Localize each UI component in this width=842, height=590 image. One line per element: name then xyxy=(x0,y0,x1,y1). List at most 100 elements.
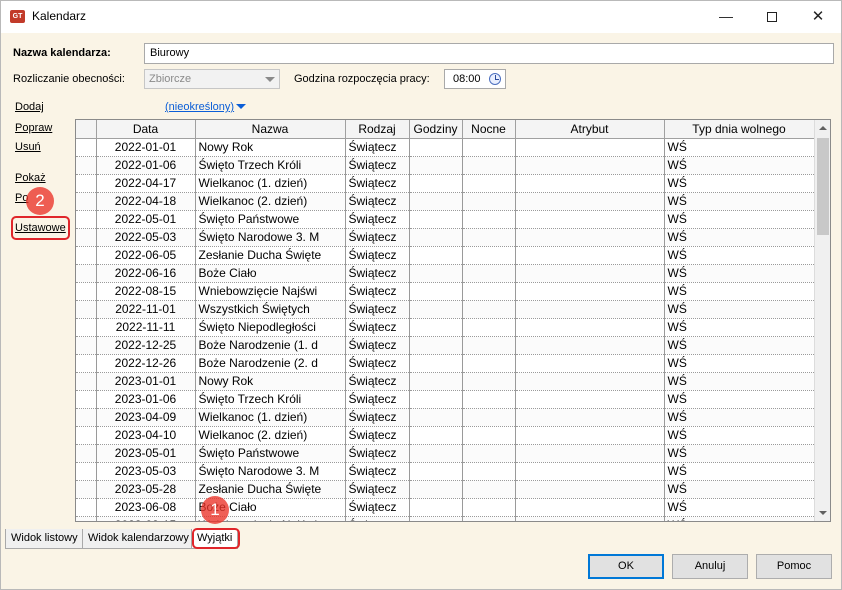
table-cell[interactable] xyxy=(515,408,665,427)
table-cell[interactable] xyxy=(515,426,665,445)
table-cell[interactable]: 2023-05-03 xyxy=(96,462,196,481)
table-cell[interactable] xyxy=(462,282,516,301)
table-cell[interactable]: Świątecz xyxy=(345,462,410,481)
table-cell[interactable] xyxy=(462,336,516,355)
table-cell[interactable] xyxy=(462,516,516,521)
table-cell[interactable]: WŚ xyxy=(664,246,815,265)
table-cell[interactable]: 2023-04-09 xyxy=(96,408,196,427)
table-cell[interactable]: Nowy Rok xyxy=(195,372,346,391)
table-cell[interactable]: Święto Trzech Króli xyxy=(195,156,346,175)
row-selector[interactable] xyxy=(76,336,97,355)
start-time-input[interactable]: 08:00 xyxy=(444,69,506,89)
table-cell[interactable] xyxy=(462,408,516,427)
row-selector[interactable] xyxy=(76,156,97,175)
table-cell[interactable] xyxy=(462,138,516,157)
table-cell[interactable]: Świątecz xyxy=(345,300,410,319)
table-cell[interactable]: 2022-08-15 xyxy=(96,282,196,301)
table-cell[interactable] xyxy=(409,390,463,409)
table-cell[interactable] xyxy=(409,282,463,301)
table-cell[interactable] xyxy=(462,372,516,391)
table-cell[interactable]: WŚ xyxy=(664,300,815,319)
table-cell[interactable] xyxy=(409,246,463,265)
table-cell[interactable] xyxy=(515,264,665,283)
row-selector[interactable] xyxy=(76,480,97,499)
minimize-icon[interactable]: — xyxy=(703,1,749,33)
table-cell[interactable]: WŚ xyxy=(664,426,815,445)
table-cell[interactable] xyxy=(515,480,665,499)
table-cell[interactable] xyxy=(409,138,463,157)
table-cell[interactable] xyxy=(515,282,665,301)
table-row[interactable]: 2023-01-01 Nowy Rok Świątecz WŚ xyxy=(76,372,815,391)
table-cell[interactable]: WŚ xyxy=(664,282,815,301)
table-cell[interactable]: Wielkanoc (1. dzień) xyxy=(195,408,346,427)
table-cell[interactable]: WŚ xyxy=(664,318,815,337)
table-cell[interactable]: 2023-06-08 xyxy=(96,498,196,517)
table-cell[interactable]: 2023-05-28 xyxy=(96,480,196,499)
table-cell[interactable]: Świątecz xyxy=(345,426,410,445)
row-selector[interactable] xyxy=(76,498,97,517)
table-cell[interactable] xyxy=(515,516,665,521)
tab-calendar-view[interactable]: Widok kalendarzowy xyxy=(82,529,195,549)
close-icon[interactable]: ✕ xyxy=(795,1,841,33)
table-cell[interactable]: WŚ xyxy=(664,336,815,355)
row-selector[interactable] xyxy=(76,462,97,481)
table-cell[interactable]: Świątecz xyxy=(345,156,410,175)
table-cell[interactable]: Świątecz xyxy=(345,372,410,391)
table-cell[interactable]: Święto Narodowe 3. M xyxy=(195,462,346,481)
column-header[interactable]: Typ dnia wolnego xyxy=(664,120,815,139)
row-selector[interactable] xyxy=(76,282,97,301)
table-cell[interactable]: WŚ xyxy=(664,516,815,521)
table-cell[interactable]: 2022-01-06 xyxy=(96,156,196,175)
row-selector[interactable] xyxy=(76,174,97,193)
cancel-button[interactable]: Anuluj xyxy=(672,554,748,579)
table-row[interactable]: 2022-12-26 Boże Narodzenie (2. d Świątecz W… xyxy=(76,354,815,373)
table-cell[interactable] xyxy=(409,192,463,211)
table-cell[interactable]: 2022-04-18 xyxy=(96,192,196,211)
table-cell[interactable]: 2022-11-01 xyxy=(96,300,196,319)
table-row[interactable]: 2022-11-01 Wszystkich Świętych Świątecz WŚ xyxy=(76,300,815,319)
table-cell[interactable]: Świątecz xyxy=(345,516,410,521)
table-cell[interactable]: Boże Narodzenie (2. d xyxy=(195,354,346,373)
table-cell[interactable] xyxy=(515,156,665,175)
table-cell[interactable] xyxy=(462,480,516,499)
table-cell[interactable] xyxy=(409,336,463,355)
table-cell[interactable]: 2022-06-16 xyxy=(96,264,196,283)
table-cell[interactable]: Święto Państwowe xyxy=(195,210,346,229)
table-cell[interactable]: Nowy Rok xyxy=(195,138,346,157)
table-cell[interactable]: 2022-05-01 xyxy=(96,210,196,229)
table-row[interactable]: 2023-06-08Boże CiałoŚwiąteczWŚ xyxy=(76,498,815,517)
table-cell[interactable]: 2022-01-01 xyxy=(96,138,196,157)
column-header[interactable]: Atrybut xyxy=(515,120,665,139)
table-cell[interactable] xyxy=(462,318,516,337)
table-cell[interactable]: Święto Trzech Króli xyxy=(195,390,346,409)
table-cell[interactable]: WŚ xyxy=(664,174,815,193)
table-cell[interactable] xyxy=(409,354,463,373)
table-cell[interactable] xyxy=(515,174,665,193)
column-header[interactable]: Nocne xyxy=(462,120,516,139)
table-cell[interactable] xyxy=(515,300,665,319)
table-cell[interactable] xyxy=(409,228,463,247)
table-cell[interactable]: 2022-11-11 xyxy=(96,318,196,337)
table-cell[interactable]: Wszystkich Świętych xyxy=(195,300,346,319)
table-cell[interactable] xyxy=(515,246,665,265)
table-cell[interactable] xyxy=(515,336,665,355)
row-selector[interactable] xyxy=(76,372,97,391)
table-cell[interactable]: WŚ xyxy=(664,354,815,373)
table-row[interactable]: 2023-01-06 Święto Trzech Króli Świątecz WŚ xyxy=(76,390,815,409)
row-selector[interactable] xyxy=(76,426,97,445)
table-row[interactable]: 2022-06-16 Boże Ciało Świątecz WŚ xyxy=(76,264,815,283)
table-cell[interactable] xyxy=(515,192,665,211)
table-cell[interactable] xyxy=(409,444,463,463)
table-cell[interactable]: Święto Niepodległości xyxy=(195,318,346,337)
exceptions-grid[interactable]: Data Nazwa Rodzaj Godziny Nocne Atrybut … xyxy=(75,119,831,522)
row-selector[interactable] xyxy=(76,228,97,247)
table-cell[interactable] xyxy=(515,498,665,517)
maximize-icon[interactable] xyxy=(749,1,795,33)
table-cell[interactable]: WŚ xyxy=(664,138,815,157)
delete-link[interactable]: Usuń xyxy=(15,141,41,153)
table-cell[interactable]: Świątecz xyxy=(345,192,410,211)
table-cell[interactable] xyxy=(409,300,463,319)
table-cell[interactable]: Świątecz xyxy=(345,138,410,157)
row-selector[interactable] xyxy=(76,354,97,373)
table-cell[interactable]: Świątecz xyxy=(345,498,410,517)
